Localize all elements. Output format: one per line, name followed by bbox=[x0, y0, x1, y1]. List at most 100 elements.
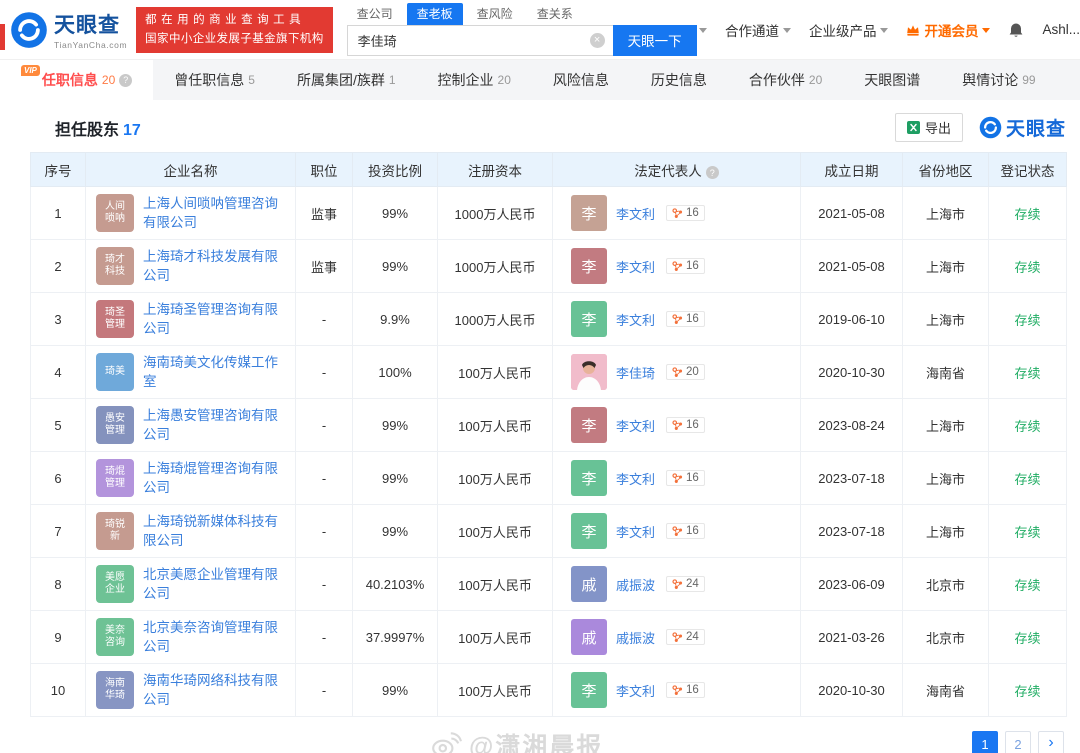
region-cell: 上海市 bbox=[902, 398, 989, 452]
graph-icon bbox=[672, 366, 683, 377]
table-row: 10 海南华琦 海南华琦网络科技有限公司 - 99% 100万人民币 李 李文利 bbox=[30, 663, 1067, 717]
company-name-link[interactable]: 上海琦焜管理咨询有限公司 bbox=[143, 459, 287, 497]
status-badge: 存续 bbox=[1014, 206, 1041, 222]
capital-cell: 100万人民币 bbox=[437, 610, 553, 664]
col-ratio: 投资比例 bbox=[352, 152, 438, 187]
profile-tab-5[interactable]: 风险信息 bbox=[532, 60, 630, 100]
profile-tab-2[interactable]: 曾任职信息 5 bbox=[153, 60, 276, 100]
company-name-link[interactable]: 海南琦美文化传媒工作室 bbox=[143, 353, 287, 391]
weibo-icon bbox=[432, 732, 462, 753]
company-name-link[interactable]: 上海琦圣管理咨询有限公司 bbox=[143, 300, 287, 338]
relation-graph-badge[interactable]: 16 bbox=[666, 470, 705, 486]
legal-rep-link[interactable]: 李文利 bbox=[616, 257, 655, 276]
profile-tab-1[interactable]: VIP 任职信息 20? bbox=[0, 60, 154, 100]
legal-rep-avatar: 李 bbox=[571, 672, 607, 708]
profile-tab-3[interactable]: 所属集团/族群 1 bbox=[276, 60, 417, 100]
table-row: 1 人间唢呐 上海人间唢呐管理咨询有限公司 监事 99% 1000万人民币 李 … bbox=[30, 186, 1067, 240]
relation-graph-badge[interactable]: 16 bbox=[666, 417, 705, 433]
company-name-link[interactable]: 上海琦才科技发展有限公司 bbox=[143, 247, 287, 285]
next-page-button[interactable]: › bbox=[1038, 731, 1064, 753]
table-row: 5 愚安管理 上海愚安管理咨询有限公司 - 99% 100万人民币 李 李文利 bbox=[30, 398, 1067, 452]
legal-rep-link[interactable]: 李文利 bbox=[616, 681, 655, 700]
nav-open-membership[interactable]: 开通会员 bbox=[906, 20, 991, 40]
legal-rep-link[interactable]: 李文利 bbox=[616, 469, 655, 488]
legal-rep-avatar: 李 bbox=[571, 460, 607, 496]
status-badge: 存续 bbox=[1014, 683, 1041, 699]
profile-tab-6[interactable]: 历史信息 bbox=[630, 60, 728, 100]
legal-rep-link[interactable]: 李文利 bbox=[616, 310, 655, 329]
legal-rep-link[interactable]: 李文利 bbox=[616, 204, 655, 223]
clear-search-icon[interactable]: × bbox=[589, 32, 605, 48]
export-button[interactable]: 导出 bbox=[894, 113, 963, 142]
region-cell: 北京市 bbox=[902, 557, 989, 611]
search-input[interactable] bbox=[346, 24, 613, 56]
legal-rep-link[interactable]: 李文利 bbox=[616, 416, 655, 435]
search-tab-4[interactable]: 查关系 bbox=[527, 3, 583, 25]
bell-icon[interactable] bbox=[1008, 22, 1024, 38]
company-name-link[interactable]: 北京美愿企业管理有限公司 bbox=[143, 565, 287, 603]
search-tab-3[interactable]: 查风险 bbox=[467, 3, 523, 25]
position-cell: - bbox=[295, 663, 353, 717]
company-name-link[interactable]: 上海愚安管理咨询有限公司 bbox=[143, 406, 287, 444]
legal-rep-link[interactable]: 李文利 bbox=[616, 522, 655, 541]
nav-cooperation-channel[interactable]: 合作通道 bbox=[725, 20, 791, 40]
row-index: 9 bbox=[54, 629, 62, 645]
col-index: 序号 bbox=[30, 152, 86, 187]
company-logo: 愚安管理 bbox=[96, 406, 134, 444]
relation-graph-badge[interactable]: 16 bbox=[666, 523, 705, 539]
region-cell: 海南省 bbox=[902, 663, 989, 717]
company-logo: 美愿企业 bbox=[96, 565, 134, 603]
profile-tab-bar: VIP 任职信息 20? 曾任职信息 5 所属集团/族群 1 控制企业 20 风险信息 历史信息 合作… bbox=[0, 60, 1080, 100]
page-1-button[interactable]: 1 bbox=[972, 731, 998, 753]
search-tab-2[interactable]: 查老板 bbox=[406, 2, 463, 25]
ratio-cell: 99% bbox=[352, 186, 438, 240]
nav-enterprise-products[interactable]: 企业级产品 bbox=[809, 20, 889, 40]
relation-graph-badge[interactable]: 16 bbox=[666, 311, 705, 327]
ratio-cell: 9.9% bbox=[352, 292, 438, 346]
profile-tab-9[interactable]: 舆情讨论 99 bbox=[941, 60, 1056, 100]
company-name-link[interactable]: 北京美奈咨询管理有限公司 bbox=[143, 618, 287, 656]
date-cell: 2023-08-24 bbox=[800, 398, 903, 452]
company-logo: 琦才科技 bbox=[96, 247, 134, 285]
search-area: 查公司查老板查风险查关系 × 天眼一下 bbox=[346, 2, 697, 56]
help-icon[interactable]: ? bbox=[705, 166, 719, 179]
company-name-link[interactable]: 上海人间唢呐管理咨询有限公司 bbox=[143, 194, 287, 232]
position-cell: - bbox=[295, 610, 353, 664]
company-logo: 美奈咨询 bbox=[96, 618, 134, 656]
position-cell: 监事 bbox=[295, 239, 353, 293]
tianyancha-logo[interactable]: 天眼查 TianYanCha.com bbox=[10, 9, 127, 50]
graph-icon bbox=[672, 260, 683, 271]
company-name-link[interactable]: 上海琦锐新媒体科技有限公司 bbox=[143, 512, 287, 550]
legal-rep-link[interactable]: 戚振波 bbox=[616, 575, 655, 594]
row-index: 3 bbox=[54, 311, 62, 327]
relation-graph-badge[interactable]: 20 bbox=[666, 364, 705, 380]
legal-rep-link[interactable]: 李佳琦 bbox=[616, 363, 655, 382]
logo-title: 天眼查 bbox=[54, 14, 120, 37]
search-button[interactable]: 天眼一下 bbox=[612, 24, 697, 56]
promo-banner: 都在用的商业查询工具 国家中小企业发展子基金旗下机构 bbox=[136, 6, 333, 53]
relation-graph-badge[interactable]: 24 bbox=[666, 629, 705, 645]
status-badge: 存续 bbox=[1014, 418, 1041, 434]
pagination: 1 2 › bbox=[972, 731, 1064, 753]
page-2-button[interactable]: 2 bbox=[1005, 731, 1031, 753]
capital-cell: 1000万人民币 bbox=[437, 292, 553, 346]
capital-cell: 100万人民币 bbox=[437, 345, 553, 399]
relation-graph-badge[interactable]: 16 bbox=[666, 682, 705, 698]
nav-apps[interactable]: 应用 bbox=[697, 20, 707, 40]
search-tab-1[interactable]: 查公司 bbox=[347, 3, 403, 25]
username[interactable]: Ashl... bbox=[1042, 22, 1080, 37]
company-name-link[interactable]: 海南华琦网络科技有限公司 bbox=[143, 671, 287, 709]
relation-graph-badge[interactable]: 16 bbox=[666, 258, 705, 274]
row-index: 1 bbox=[54, 205, 62, 221]
relation-graph-badge[interactable]: 24 bbox=[666, 576, 705, 592]
relation-graph-badge[interactable]: 16 bbox=[666, 205, 705, 221]
legal-rep-link[interactable]: 戚振波 bbox=[616, 628, 655, 647]
status-badge: 存续 bbox=[1014, 630, 1041, 646]
profile-tab-7[interactable]: 合作伙伴 20 bbox=[728, 60, 843, 100]
clipped-red-element bbox=[0, 24, 5, 50]
profile-tab-4[interactable]: 控制企业 20 bbox=[417, 60, 532, 100]
legal-rep-avatar: 李 bbox=[571, 301, 607, 337]
graph-icon bbox=[672, 631, 683, 642]
profile-tab-8[interactable]: 天眼图谱 bbox=[843, 60, 941, 100]
main-content: 担任股东 17 导出 天眼查 序号 企业名称 职位 投资比例 注册资本 法定代表… bbox=[0, 113, 1080, 753]
